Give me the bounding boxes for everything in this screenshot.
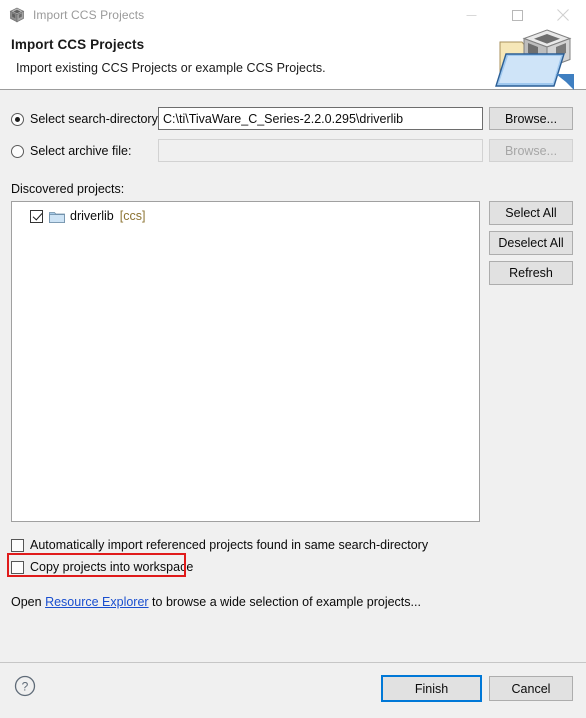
archive-file-input [158, 139, 483, 162]
discovered-projects-label: Discovered projects: [11, 182, 125, 196]
help-question-icon[interactable]: ? [14, 675, 36, 697]
auto-import-referenced-label: Automatically import referenced projects… [30, 538, 429, 552]
checkbox-copy-projects-into-workspace[interactable]: Copy projects into workspace [11, 560, 193, 574]
search-directory-input[interactable] [158, 107, 483, 130]
import-folder-cube-icon [492, 26, 578, 92]
project-name: driverlib [70, 209, 114, 223]
page-description: Import existing CCS Projects or example … [16, 61, 326, 75]
link-line-suffix: to browse a wide selection of example pr… [148, 595, 421, 609]
resource-explorer-link[interactable]: Resource Explorer [45, 595, 149, 609]
list-item[interactable]: driverlib [ccs] [30, 209, 479, 223]
auto-import-referenced-box[interactable] [11, 538, 24, 552]
svg-text:?: ? [22, 680, 29, 694]
dialog-header: Import CCS Projects Import existing CCS … [0, 29, 586, 90]
ccs-cube-icon [9, 7, 25, 23]
project-tag: [ccs] [119, 209, 146, 223]
select-all-button[interactable]: Select All [489, 201, 573, 225]
import-ccs-projects-dialog: Import CCS Projects Import CCS Projects … [0, 0, 586, 718]
radio-search-directory-label: Select search-directory: [30, 112, 162, 126]
cancel-button[interactable]: Cancel [489, 676, 573, 701]
copy-projects-box[interactable] [11, 560, 24, 574]
link-line-prefix: Open [11, 595, 46, 609]
radio-search-directory[interactable]: Select search-directory: [11, 112, 161, 126]
checkbox-auto-import-referenced[interactable]: Automatically import referenced projects… [11, 538, 428, 552]
refresh-button[interactable]: Refresh [489, 261, 573, 285]
dialog-footer: ? Finish Cancel [0, 662, 586, 718]
window-title: Import CCS Projects [33, 8, 145, 22]
radio-archive-file-dot [11, 144, 24, 158]
radio-search-directory-dot [11, 112, 24, 126]
folder-icon [49, 210, 65, 223]
browse-archive-file-button: Browse... [489, 139, 573, 162]
radio-archive-file-label: Select archive file: [30, 144, 132, 158]
browse-search-directory-button[interactable]: Browse... [489, 107, 573, 130]
finish-button[interactable]: Finish [381, 675, 482, 702]
copy-projects-label: Copy projects into workspace [30, 560, 194, 574]
dialog-body: Select search-directory: Browse... Selec… [0, 90, 586, 662]
deselect-all-button[interactable]: Deselect All [489, 231, 573, 255]
page-title: Import CCS Projects [11, 37, 145, 52]
resource-explorer-line: Open Resource Explorer to browse a wide … [11, 595, 421, 609]
project-checkbox[interactable] [30, 209, 43, 223]
radio-archive-file[interactable]: Select archive file: [11, 144, 131, 158]
discovered-projects-list[interactable]: driverlib [ccs] [11, 201, 480, 522]
minimize-icon[interactable] [448, 0, 494, 30]
